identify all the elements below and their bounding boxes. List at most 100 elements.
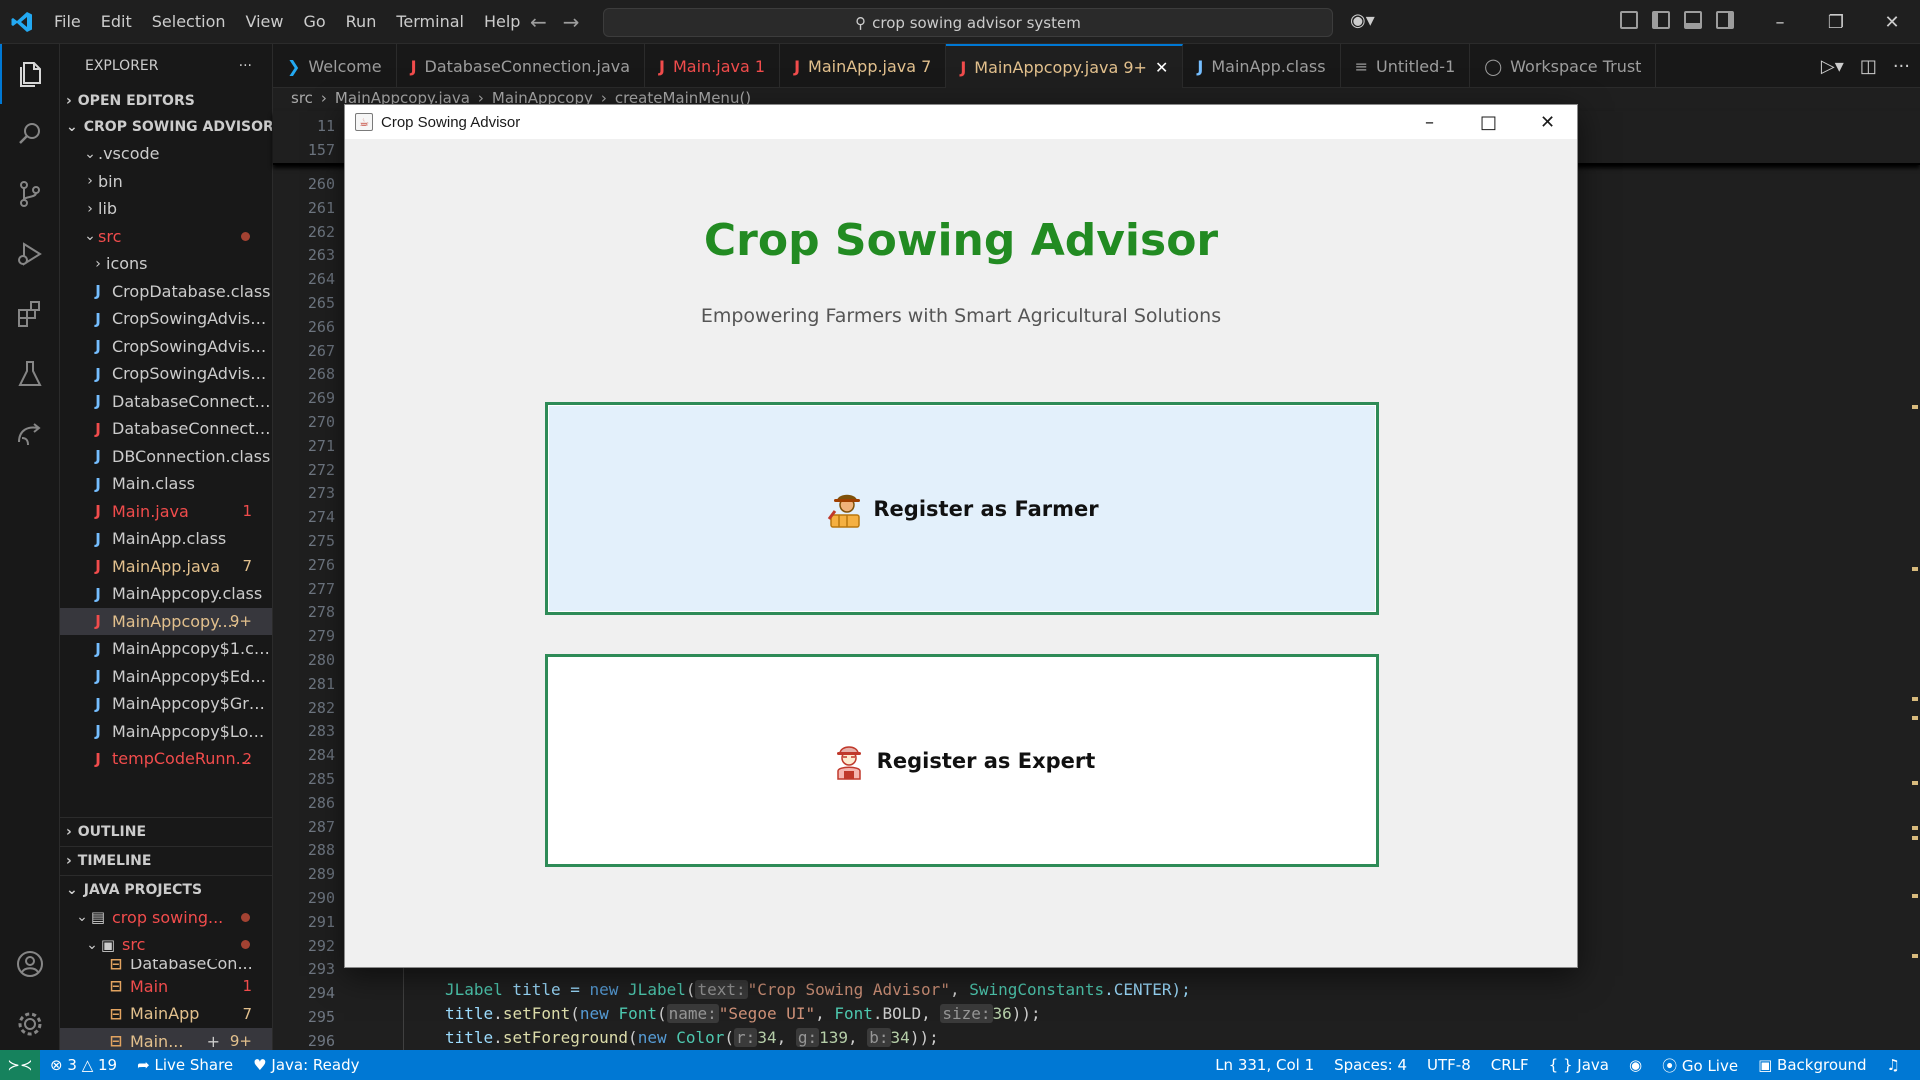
back-arrow-icon[interactable]: ← xyxy=(530,10,547,34)
warning-count: 19 xyxy=(98,1056,118,1074)
open-editors-section[interactable]: › OPEN EDITORS xyxy=(60,88,272,114)
run-icon[interactable]: ▷▾ xyxy=(1821,56,1844,77)
search-icon[interactable] xyxy=(0,104,60,164)
menu-edit[interactable]: Edit xyxy=(91,12,142,31)
tree-item-file[interactable]: J Main.class xyxy=(60,470,272,498)
java-project-item[interactable]: ⌄ ▤ crop sowing... xyxy=(60,904,272,932)
tree-item-file[interactable]: J MainApp.java 7 xyxy=(60,553,272,581)
close-window-icon[interactable]: ✕ xyxy=(1864,0,1920,44)
explorer-icon[interactable] xyxy=(0,44,60,104)
tab-main-java[interactable]: J Main.java 1 xyxy=(645,44,781,88)
tab-mainapp-java[interactable]: J MainApp.java 7 xyxy=(780,44,947,88)
remote-explorer-icon[interactable] xyxy=(0,404,60,464)
tab-welcome[interactable]: ❯ Welcome xyxy=(273,44,397,88)
copilot-status-icon[interactable]: ◉ xyxy=(1619,1056,1652,1074)
tree-item-vscode[interactable]: ⌄ .vscode xyxy=(60,140,272,168)
java-class-item[interactable]: ⊟ DatabaseCon... xyxy=(60,959,272,973)
java-src-item[interactable]: ⌄ ▣ src xyxy=(60,931,272,959)
menu-view[interactable]: View xyxy=(236,12,294,31)
source-control-icon[interactable] xyxy=(0,164,60,224)
background-button[interactable]: ▣ Background xyxy=(1748,1056,1876,1074)
tree-item-bin[interactable]: › bin xyxy=(60,168,272,196)
tab-workspace-trust[interactable]: ◯ Workspace Trust xyxy=(1470,44,1657,88)
explorer-title: EXPLORER xyxy=(85,58,159,74)
java-class-item[interactable]: ⊟ Main... +9+ xyxy=(60,1027,272,1050)
settings-gear-icon[interactable] xyxy=(0,994,60,1054)
tab-mainappcopy-java[interactable]: J MainAppcopy.java 9+ ✕ xyxy=(946,44,1184,88)
forward-arrow-icon[interactable]: → xyxy=(563,10,580,34)
restore-window-icon[interactable]: ❐ xyxy=(1808,0,1864,44)
extensions-icon[interactable] xyxy=(0,284,60,344)
tab-databaseconnection[interactable]: J DatabaseConnection.java xyxy=(397,44,646,88)
tree-label: .vscode xyxy=(98,144,160,164)
add-icon[interactable]: + xyxy=(207,1032,220,1050)
java-projects-section[interactable]: ⌄ JAVA PROJECTS xyxy=(60,876,272,904)
go-live-button[interactable]: ⦿ Go Live xyxy=(1652,1055,1748,1076)
notifications-bell-icon[interactable]: ♫ xyxy=(1877,1056,1910,1074)
toggle-panel-icon[interactable] xyxy=(1684,11,1702,29)
menu-go[interactable]: Go xyxy=(293,12,335,31)
tree-item-file[interactable]: J MainAppcopy.class xyxy=(60,580,272,608)
breadcrumb-item[interactable]: src xyxy=(291,89,313,111)
app-minimize-icon[interactable]: – xyxy=(1400,105,1459,139)
menu-terminal[interactable]: Terminal xyxy=(386,12,474,31)
close-tab-icon[interactable]: ✕ xyxy=(1155,58,1168,77)
java-class-item[interactable]: ⊟ MainApp 7 xyxy=(60,1000,272,1028)
tree-item-file[interactable]: J CropSowingAdvisor... xyxy=(60,360,272,388)
minimize-window-icon[interactable]: – xyxy=(1752,0,1808,44)
tree-item-file[interactable]: J MainApp.class xyxy=(60,525,272,553)
menu-run[interactable]: Run xyxy=(336,12,387,31)
tree-item-file[interactable]: J CropSowingAdvisor.... xyxy=(60,305,272,333)
tree-item-lib[interactable]: › lib xyxy=(60,195,272,223)
menu-selection[interactable]: Selection xyxy=(142,12,236,31)
more-actions-icon[interactable]: ··· xyxy=(239,58,252,74)
timeline-section[interactable]: › TIMELINE xyxy=(60,847,272,875)
more-actions-icon[interactable]: ··· xyxy=(1893,56,1910,77)
toggle-secondary-sidebar-icon[interactable] xyxy=(1716,11,1734,29)
accounts-icon[interactable] xyxy=(0,934,60,994)
tab-untitled[interactable]: ≡ Untitled-1 xyxy=(1341,44,1471,88)
indentation-setting[interactable]: Spaces: 4 xyxy=(1324,1056,1417,1074)
outline-section[interactable]: › OUTLINE xyxy=(60,818,272,846)
tree-item-file[interactable]: J Main.java 1 xyxy=(60,498,272,526)
command-center-search[interactable]: ⚲ crop sowing advisor system xyxy=(603,8,1333,37)
split-editor-icon[interactable]: ◫ xyxy=(1860,56,1877,77)
customize-layout-icon[interactable] xyxy=(1620,11,1638,29)
title-bar: File Edit Selection View Go Run Terminal… xyxy=(0,0,1920,44)
java-status[interactable]: ♥ Java: Ready xyxy=(243,1056,369,1074)
tree-item-file[interactable]: JtempCodeRunn... 2 xyxy=(60,745,272,773)
tree-item-file[interactable]: J MainAppcopy$Locat... xyxy=(60,718,272,746)
live-share-button[interactable]: ➦ Live Share xyxy=(127,1056,243,1074)
tree-item-icons[interactable]: › icons xyxy=(60,250,272,278)
line-ending[interactable]: CRLF xyxy=(1481,1056,1539,1074)
cursor-position[interactable]: Ln 331, Col 1 xyxy=(1205,1056,1324,1074)
tree-item-src[interactable]: ⌄ src xyxy=(60,223,272,251)
copilot-icon[interactable]: ◉▾ xyxy=(1350,10,1375,31)
language-mode[interactable]: { } Java xyxy=(1539,1056,1619,1074)
java-class-item[interactable]: ⊟ Main 1 xyxy=(60,973,272,1001)
register-farmer-button[interactable]: Register as Farmer xyxy=(545,402,1379,615)
tree-item-file[interactable]: J CropSowingAdvisor... xyxy=(60,333,272,361)
run-debug-icon[interactable] xyxy=(0,224,60,284)
tree-item-file[interactable]: J MainAppcopy$Grap... xyxy=(60,690,272,718)
remote-indicator-icon[interactable]: ≻≺ xyxy=(0,1050,40,1080)
testing-icon[interactable] xyxy=(0,344,60,404)
tab-mainapp-class[interactable]: J MainApp.class xyxy=(1183,44,1341,88)
toggle-primary-sidebar-icon[interactable] xyxy=(1652,11,1670,29)
project-root-section[interactable]: ⌄ CROP SOWING ADVISOR S... xyxy=(60,114,272,140)
menu-help[interactable]: Help xyxy=(474,12,530,31)
app-maximize-icon[interactable]: □ xyxy=(1459,105,1518,139)
file-encoding[interactable]: UTF-8 xyxy=(1417,1056,1481,1074)
tree-item-file[interactable]: J DatabaseConnectio... xyxy=(60,415,272,443)
menu-file[interactable]: File xyxy=(44,12,91,31)
tree-item-file[interactable]: J MainAppcopy$Edge... xyxy=(60,663,272,691)
register-expert-button[interactable]: Register as Expert xyxy=(545,654,1379,867)
line-number: 285 xyxy=(307,770,335,788)
tree-item-file[interactable]: J DatabaseConnectio... xyxy=(60,388,272,416)
app-close-icon[interactable]: ✕ xyxy=(1518,105,1577,139)
tree-item-file[interactable]: J DBConnection.class xyxy=(60,443,272,471)
problems-indicator[interactable]: ⊗ 3 △ 19 xyxy=(40,1056,127,1074)
tree-item-file-selected[interactable]: J MainAppcopy.... 9+ xyxy=(60,607,272,635)
tree-item-file[interactable]: J MainAppcopy$1.class xyxy=(60,635,272,663)
tree-item-file[interactable]: J CropDatabase.class xyxy=(60,278,272,306)
